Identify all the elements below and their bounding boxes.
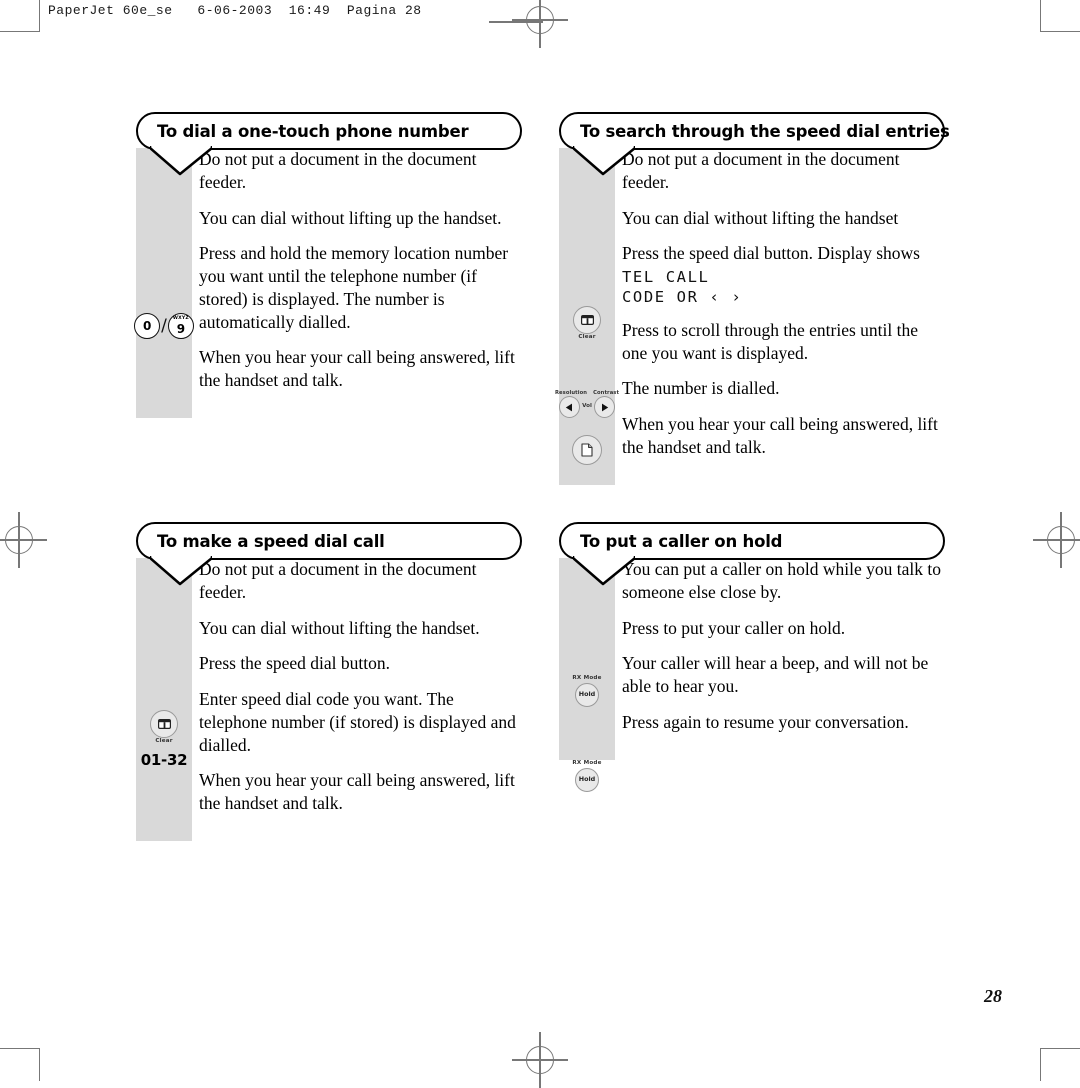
prepress-header-text: PaperJet 60e_se 6-06-2003 16:49 Pagina 2… [48, 3, 422, 18]
instruction-paragraph: You can dial without lifting the handset… [199, 617, 480, 638]
instruction-paragraph: The number is dialled. [622, 378, 780, 399]
section-body: RX Mode Hold RX Mode Hold You can put a … [559, 558, 945, 792]
speed-dial-button-caption: Clear [578, 334, 596, 340]
instruction-paragraph: Press and hold the memory location numbe… [199, 243, 509, 332]
section-body: Clear Resolution Contrast Vol Do not put… [555, 148, 945, 485]
header-rule [489, 21, 543, 23]
registration-mark-left [0, 512, 47, 568]
speed-dial-button-circle[interactable] [150, 710, 178, 738]
hold-button-circle[interactable]: Hold [575, 767, 599, 792]
instruction-paragraph: You can dial without lifting up the hand… [199, 207, 502, 228]
speed-dial-range-label: 01-32 [140, 751, 188, 769]
instruction-paragraph: When you hear your call being answered, … [199, 770, 515, 813]
volume-label: Vol [582, 403, 592, 410]
speed-dial-button-circle[interactable] [573, 306, 601, 334]
number-keys-icon[interactable]: 0 / WXYZ 9 [134, 313, 194, 339]
speed-dial-button-icon[interactable]: Clear [559, 306, 615, 341]
rx-mode-label: RX Mode [572, 675, 602, 681]
instruction-paragraph: Press to put your caller on hold. [622, 617, 846, 638]
instruction-paragraph: When you hear your call being answered, … [199, 347, 515, 390]
instruction-paragraph: Do not put a document in the document fe… [622, 149, 900, 192]
phonebook-icon [580, 315, 594, 325]
section-title: To dial a one-touch phone number [157, 121, 469, 141]
instruction-paragraph: Do not put a document in the document fe… [199, 149, 477, 192]
callout-tail-icon [150, 144, 212, 176]
icon-gutter: RX Mode Hold RX Mode Hold [559, 558, 615, 792]
section-body: 0 / WXYZ 9 Do not put a document in the … [134, 148, 522, 418]
page-number: 28 [984, 986, 1002, 1006]
hold-button-label: Hold [578, 775, 596, 784]
section-make-speed-dial-call: To make a speed dial call Clear 01-32 Do… [136, 522, 522, 841]
instruction-paragraph: Press again to resume your conversation. [622, 711, 909, 732]
hold-button-circle[interactable]: Hold [575, 682, 599, 707]
key-separator: / [161, 315, 167, 336]
section-search-speed-dial: To search through the speed dial entries… [555, 112, 950, 485]
section-title: To search through the speed dial entries [580, 121, 950, 141]
crop-mark-top-right [1040, 0, 1080, 32]
instruction-paragraph: When you hear your call being answered, … [622, 414, 938, 457]
section-title: To make a speed dial call [157, 531, 385, 551]
instruction-paragraph: Press the speed dial button. [199, 653, 391, 674]
scroll-arrows-icon[interactable]: Resolution Contrast Vol [555, 390, 619, 419]
display-line: CODE OR ‹ › [622, 288, 743, 307]
instruction-paragraph: Press the speed dial button. Display sho… [622, 243, 920, 264]
section-put-caller-on-hold: To put a caller on hold RX Mode Hold RX … [559, 522, 945, 792]
section-content: Do not put a document in the document fe… [192, 558, 522, 841]
triangle-right-icon [601, 403, 609, 412]
speed-dial-button-caption: Clear [155, 738, 173, 744]
callout-tail-icon [150, 554, 212, 586]
icon-gutter: Clear Resolution Contrast Vol [555, 148, 619, 485]
icon-gutter: Clear 01-32 [136, 558, 192, 841]
section-dial-one-touch: To dial a one-touch phone number 0 / WXY… [134, 112, 522, 418]
hold-button-icon[interactable]: RX Mode Hold [559, 675, 615, 707]
section-content: Do not put a document in the document fe… [615, 148, 945, 485]
scroll-right-button[interactable] [593, 396, 615, 419]
callout-tail-icon [573, 554, 635, 586]
rx-mode-label: RX Mode [572, 760, 602, 766]
page-button-icon[interactable] [572, 435, 602, 465]
instruction-paragraph: Enter speed dial code you want. The tele… [199, 689, 516, 755]
key-0-icon[interactable]: 0 [134, 313, 161, 339]
key-9-icon[interactable]: WXYZ 9 [167, 313, 194, 339]
phonebook-icon [157, 719, 171, 729]
hold-button-label: Hold [578, 690, 596, 699]
instruction-paragraph: You can put a caller on hold while you t… [622, 559, 941, 602]
display-line: TEL CALL [622, 268, 710, 286]
instruction-paragraph: Press to scroll through the entries unti… [622, 319, 918, 363]
section-content: You can put a caller on hold while you t… [615, 558, 945, 760]
speed-dial-button-icon[interactable]: Clear [136, 710, 192, 745]
instruction-paragraph: Your caller will hear a beep, and will n… [622, 653, 929, 696]
crop-mark-top-left [0, 0, 40, 32]
triangle-left-icon [565, 403, 573, 412]
registration-mark-right [1033, 512, 1080, 568]
hold-button-icon[interactable]: RX Mode Hold [559, 760, 615, 792]
instruction-paragraph: You can dial without lifting the handset [622, 207, 899, 228]
scroll-left-button[interactable] [559, 396, 581, 419]
crop-mark-bottom-left [0, 1048, 40, 1081]
callout-tail-icon [573, 144, 635, 176]
registration-mark-top [512, 0, 568, 48]
document-page-icon [581, 443, 593, 457]
icon-gutter: 0 / WXYZ 9 [134, 148, 194, 418]
instruction-paragraph: Do not put a document in the document fe… [199, 559, 477, 602]
section-body: Clear 01-32 Do not put a document in the… [136, 558, 522, 841]
section-content: Do not put a document in the document fe… [192, 148, 522, 418]
crop-mark-bottom-right [1040, 1048, 1080, 1081]
section-title: To put a caller on hold [580, 531, 783, 551]
